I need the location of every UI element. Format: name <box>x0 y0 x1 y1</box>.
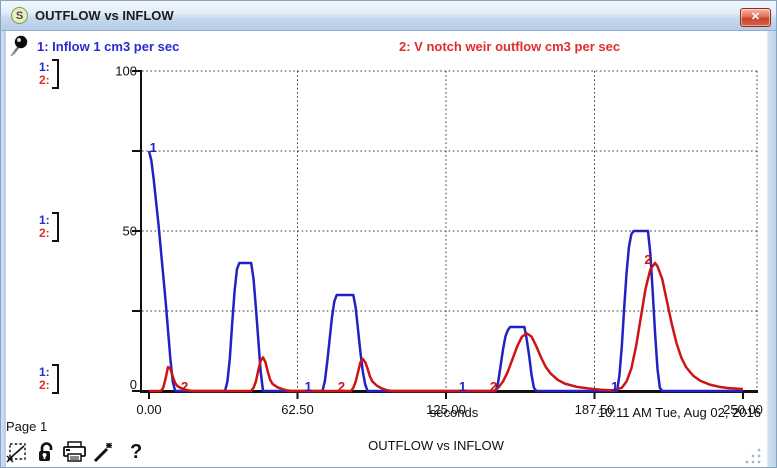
run-timestamp: 10:11 AM Tue, Aug 02, 2016 <box>598 405 761 420</box>
print-icon[interactable] <box>62 439 88 465</box>
svg-text:2: 2 <box>644 252 651 267</box>
help-icon[interactable]: ? <box>130 441 142 464</box>
lock-icon[interactable] <box>33 439 59 465</box>
svg-text:100: 100 <box>115 64 137 79</box>
svg-text:0: 0 <box>130 377 137 392</box>
graph-toolbar: ? <box>4 439 142 465</box>
svg-text:2: 2 <box>490 379 497 394</box>
svg-text:2: 2 <box>338 379 345 394</box>
wand-icon[interactable] <box>91 439 117 465</box>
svg-text:0.00: 0.00 <box>136 402 161 417</box>
svg-text:62.50: 62.50 <box>281 402 314 417</box>
svg-text:1: 1 <box>611 379 618 394</box>
svg-text:1: 1 <box>459 379 466 394</box>
line-chart: 0501000.0062.50125.00187.50250.001111222… <box>1 1 777 436</box>
dashed-selection-icon[interactable] <box>4 439 30 465</box>
svg-text:50: 50 <box>123 224 137 239</box>
svg-text:1: 1 <box>150 140 157 155</box>
x-axis-title: seconds <box>394 405 514 420</box>
graph-title: OUTFLOW vs INFLOW <box>301 438 571 453</box>
svg-text:2: 2 <box>181 379 188 394</box>
resize-grip-icon[interactable] <box>741 447 763 465</box>
page-indicator: Page 1 <box>6 419 47 434</box>
svg-text:1: 1 <box>305 379 312 394</box>
graph-window: S OUTFLOW vs INFLOW ✕ 1: Inflow 1 cm3 pe… <box>0 0 777 468</box>
